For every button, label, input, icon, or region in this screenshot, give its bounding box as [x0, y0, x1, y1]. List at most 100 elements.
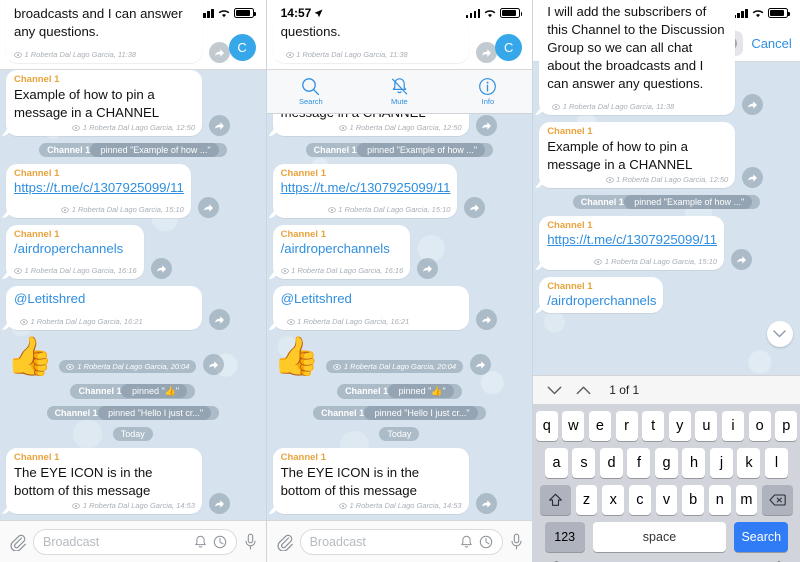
- key-d[interactable]: d: [599, 448, 623, 478]
- key-f[interactable]: f: [627, 448, 651, 478]
- forward-button[interactable]: [731, 249, 753, 270]
- key-p[interactable]: p: [775, 411, 798, 441]
- message-bubble[interactable]: Channel 1 The EYE ICON is in the bottom …: [272, 448, 469, 514]
- space-key[interactable]: space: [593, 522, 726, 552]
- forward-button[interactable]: [475, 115, 497, 136]
- message-bubble[interactable]: Channel 1 The EYE ICON is in the bottom …: [6, 448, 202, 514]
- key-s[interactable]: s: [572, 448, 596, 478]
- key-l[interactable]: l: [764, 448, 788, 478]
- key-o[interactable]: o: [748, 411, 771, 441]
- forward-button[interactable]: [209, 115, 230, 136]
- emoji-sticker[interactable]: 👍: [273, 337, 320, 377]
- backspace-key[interactable]: [762, 485, 794, 515]
- message-bubble[interactable]: @Letitshred 1 Roberta Dal Lago Garcia, 1…: [272, 286, 469, 330]
- avatar[interactable]: C: [228, 34, 256, 61]
- forward-button[interactable]: [150, 258, 172, 279]
- message-command[interactable]: /airdroperchannels: [14, 241, 137, 257]
- channel-name-label: Channel 1: [547, 220, 593, 231]
- key-x[interactable]: x: [602, 485, 625, 515]
- key-h[interactable]: h: [682, 448, 706, 478]
- forward-button[interactable]: [475, 493, 497, 514]
- key-c[interactable]: c: [629, 485, 651, 515]
- key-r[interactable]: r: [615, 411, 638, 441]
- key-n[interactable]: n: [708, 485, 731, 515]
- message-bubble[interactable]: Channel 1 /airdroperchannels 1 Roberta D…: [272, 225, 411, 279]
- key-w[interactable]: w: [562, 411, 585, 441]
- forward-button[interactable]: [209, 42, 230, 63]
- message-row: Channel 1 /airdroperchannels: [539, 277, 794, 313]
- key-u[interactable]: u: [695, 411, 718, 441]
- key-b[interactable]: b: [682, 485, 704, 515]
- search-key[interactable]: Search: [734, 522, 789, 552]
- message-bubble[interactable]: Channel 1 Example of how to pin a messag…: [6, 70, 202, 136]
- message-row: Channel 1 The EYE ICON is in the bottom …: [272, 448, 527, 514]
- silent-broadcast-button[interactable]: [194, 535, 207, 549]
- key-v[interactable]: v: [655, 485, 678, 515]
- key-y[interactable]: y: [668, 411, 691, 441]
- key-t[interactable]: t: [642, 411, 665, 441]
- message-command[interactable]: /airdroperchannels: [281, 241, 404, 257]
- broadcast-input[interactable]: Broadcast: [299, 528, 504, 555]
- forward-button[interactable]: [209, 493, 230, 514]
- broadcast-input[interactable]: Broadcast: [33, 528, 237, 555]
- eye-icon: [605, 176, 614, 183]
- message-bubble[interactable]: Channel 1 https://t.me/c/1307925099/11 1…: [539, 216, 725, 270]
- message-mention[interactable]: @Letitshred: [281, 291, 352, 306]
- message-bubble[interactable]: Channel 1 https://t.me/c/1307925099/11 1…: [272, 164, 458, 218]
- forward-button[interactable]: [464, 197, 486, 218]
- numeric-key[interactable]: 123: [544, 522, 585, 552]
- message-bubble[interactable]: Channel 1 https://t.me/c/1307925099/11 1…: [6, 164, 191, 218]
- key-i[interactable]: i: [721, 411, 745, 441]
- search-next-button[interactable]: [576, 386, 591, 395]
- key-a[interactable]: a: [544, 448, 568, 478]
- message-bubble[interactable]: so we can all chat about the broadcasts …: [6, 0, 202, 63]
- message-mention[interactable]: @Letitshred: [14, 291, 85, 306]
- message-bubble[interactable]: I will add the subscribers of this Chann…: [539, 0, 736, 115]
- scroll-to-bottom-button[interactable]: [766, 321, 793, 347]
- message-bubble[interactable]: Channel 1 Example of how to pin a messag…: [539, 122, 736, 188]
- action-mute[interactable]: Mute: [355, 77, 444, 106]
- attach-button[interactable]: [9, 533, 26, 551]
- avatar[interactable]: C: [495, 34, 523, 61]
- forward-button[interactable]: [475, 42, 497, 63]
- silent-broadcast-button[interactable]: [460, 535, 473, 549]
- message-bubble[interactable]: @Letitshred 1 Roberta Dal Lago Garcia, 1…: [6, 286, 202, 330]
- meta-text: 1 Roberta Dal Lago Garcia, 15:10: [71, 205, 184, 214]
- key-e[interactable]: e: [588, 411, 612, 441]
- key-k[interactable]: k: [737, 448, 761, 478]
- forward-button[interactable]: [742, 167, 764, 188]
- voice-record-button[interactable]: [244, 533, 257, 551]
- search-prev-button[interactable]: [547, 386, 562, 395]
- forward-button[interactable]: [470, 354, 492, 375]
- message-bubble[interactable]: Channel 1 /airdroperchannels 1 Roberta D…: [6, 225, 144, 279]
- day-divider-label: Today: [379, 427, 420, 441]
- message-link[interactable]: https://t.me/c/1307925099/11: [281, 180, 451, 196]
- action-search[interactable]: Search: [267, 77, 356, 106]
- message-link[interactable]: https://t.me/c/1307925099/11: [547, 232, 717, 248]
- message-meta: 1 Roberta Dal Lago Garcia, 14:53: [72, 501, 195, 510]
- message-bubble[interactable]: questions. 1 Roberta Dal Lago Garcia, 11…: [272, 19, 469, 63]
- forward-button[interactable]: [209, 309, 230, 330]
- attach-button[interactable]: [276, 533, 293, 551]
- forward-button[interactable]: [475, 309, 497, 330]
- shift-key[interactable]: [539, 485, 571, 515]
- forward-button[interactable]: [203, 354, 225, 375]
- forward-button[interactable]: [742, 94, 764, 115]
- chat-scroll-area[interactable]: so we can all chat about the broadcasts …: [0, 0, 266, 562]
- schedule-button[interactable]: [213, 535, 227, 549]
- message-bubble[interactable]: Channel 1 /airdroperchannels: [539, 277, 664, 313]
- key-m[interactable]: m: [735, 485, 758, 515]
- key-g[interactable]: g: [654, 448, 678, 478]
- schedule-button[interactable]: [479, 535, 493, 549]
- message-command[interactable]: /airdroperchannels: [547, 293, 656, 309]
- emoji-sticker[interactable]: 👍: [6, 337, 53, 377]
- forward-button[interactable]: [197, 197, 219, 218]
- action-info[interactable]: Info: [444, 77, 533, 106]
- message-link[interactable]: https://t.me/c/1307925099/11: [14, 180, 184, 196]
- voice-record-button[interactable]: [510, 533, 523, 551]
- key-z[interactable]: z: [575, 485, 598, 515]
- chat-scroll-area[interactable]: questions. 1 Roberta Dal Lago Garcia, 11…: [266, 19, 533, 562]
- forward-button[interactable]: [417, 258, 439, 279]
- key-q[interactable]: q: [535, 411, 558, 441]
- key-j[interactable]: j: [709, 448, 733, 478]
